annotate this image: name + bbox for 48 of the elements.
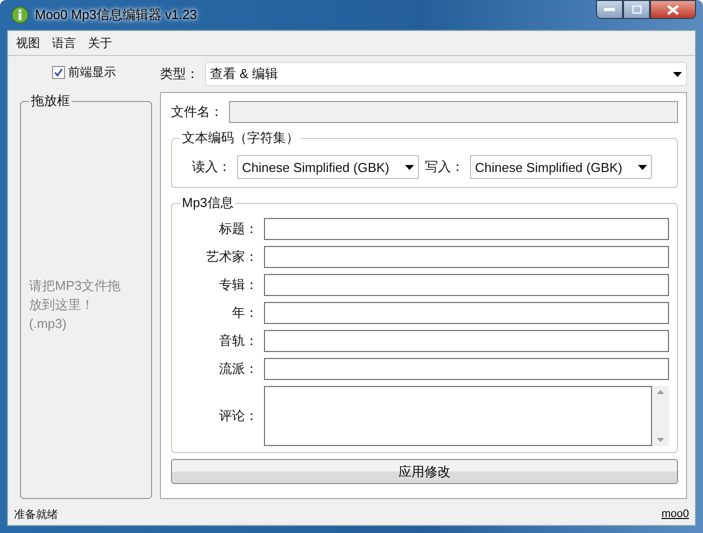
menu-item[interactable]: 语言	[48, 34, 80, 52]
dropdown-arrow-icon	[673, 72, 682, 76]
encoding-title: 文本编码（字符集）	[181, 129, 300, 147]
field-label: 评论：	[218, 407, 258, 425]
write-encoding-dropdown[interactable]: Chinese Simplified (GBK)	[470, 155, 652, 179]
read-encoding-dropdown[interactable]: Chinese Simplified (GBK)	[237, 155, 419, 179]
input-field[interactable]	[264, 358, 669, 380]
dropdown-arrow-icon	[638, 164, 647, 170]
maximize-icon	[632, 5, 642, 14]
drop-area[interactable]: 拖放框 请把MP3文件拖放到这里！(.mp3)	[20, 92, 152, 499]
field-label: 标题：	[218, 220, 258, 238]
mp3-info-title: Mp3信息	[181, 194, 234, 212]
scroll-down-icon	[657, 438, 664, 442]
comment-field[interactable]	[264, 386, 652, 446]
scroll-up-icon	[657, 390, 664, 394]
field-label: 音轨：	[218, 332, 258, 350]
dropdown-arrow-icon	[405, 164, 414, 170]
checkbox[interactable]	[52, 66, 65, 78]
read-label: 读入：	[192, 158, 231, 176]
input-field[interactable]	[264, 302, 669, 324]
filename-label: 文件名：	[171, 103, 223, 121]
drop-hint: 请把MP3文件拖放到这里！(.mp3)	[29, 276, 122, 332]
minimize-icon	[604, 8, 615, 12]
input-field[interactable]	[264, 218, 669, 240]
scrollbar[interactable]	[652, 386, 669, 446]
checkbox-label: 前端显示	[68, 64, 116, 80]
type-dropdown[interactable]: 查看 & 编辑	[205, 62, 687, 86]
field-label: 艺术家：	[205, 248, 258, 266]
window-title: Moo0 Mp3信息编辑器 v1.23	[35, 6, 197, 24]
field-label: 专辑：	[218, 276, 258, 294]
type-label: 类型：	[160, 65, 199, 83]
maximize-button[interactable]	[623, 0, 650, 19]
write-label: 写入：	[425, 158, 464, 176]
field-label: 流派：	[218, 360, 258, 378]
minimize-button[interactable]	[596, 0, 623, 19]
menu-item[interactable]: 视图	[12, 34, 44, 52]
input-field[interactable]	[264, 330, 669, 352]
status-text: 准备就绪	[14, 508, 58, 522]
menu-item[interactable]: 关于	[84, 34, 116, 52]
close-icon	[667, 4, 679, 14]
input-field[interactable]	[264, 246, 669, 268]
apply-button[interactable]: 应用修改	[171, 459, 678, 484]
input-field[interactable]	[264, 274, 669, 296]
field-label: 年：	[231, 304, 258, 322]
drop-area-title: 拖放框	[30, 92, 71, 110]
info-icon	[11, 6, 29, 24]
moo0-link[interactable]: moo0	[661, 508, 689, 520]
close-button[interactable]	[650, 0, 696, 19]
